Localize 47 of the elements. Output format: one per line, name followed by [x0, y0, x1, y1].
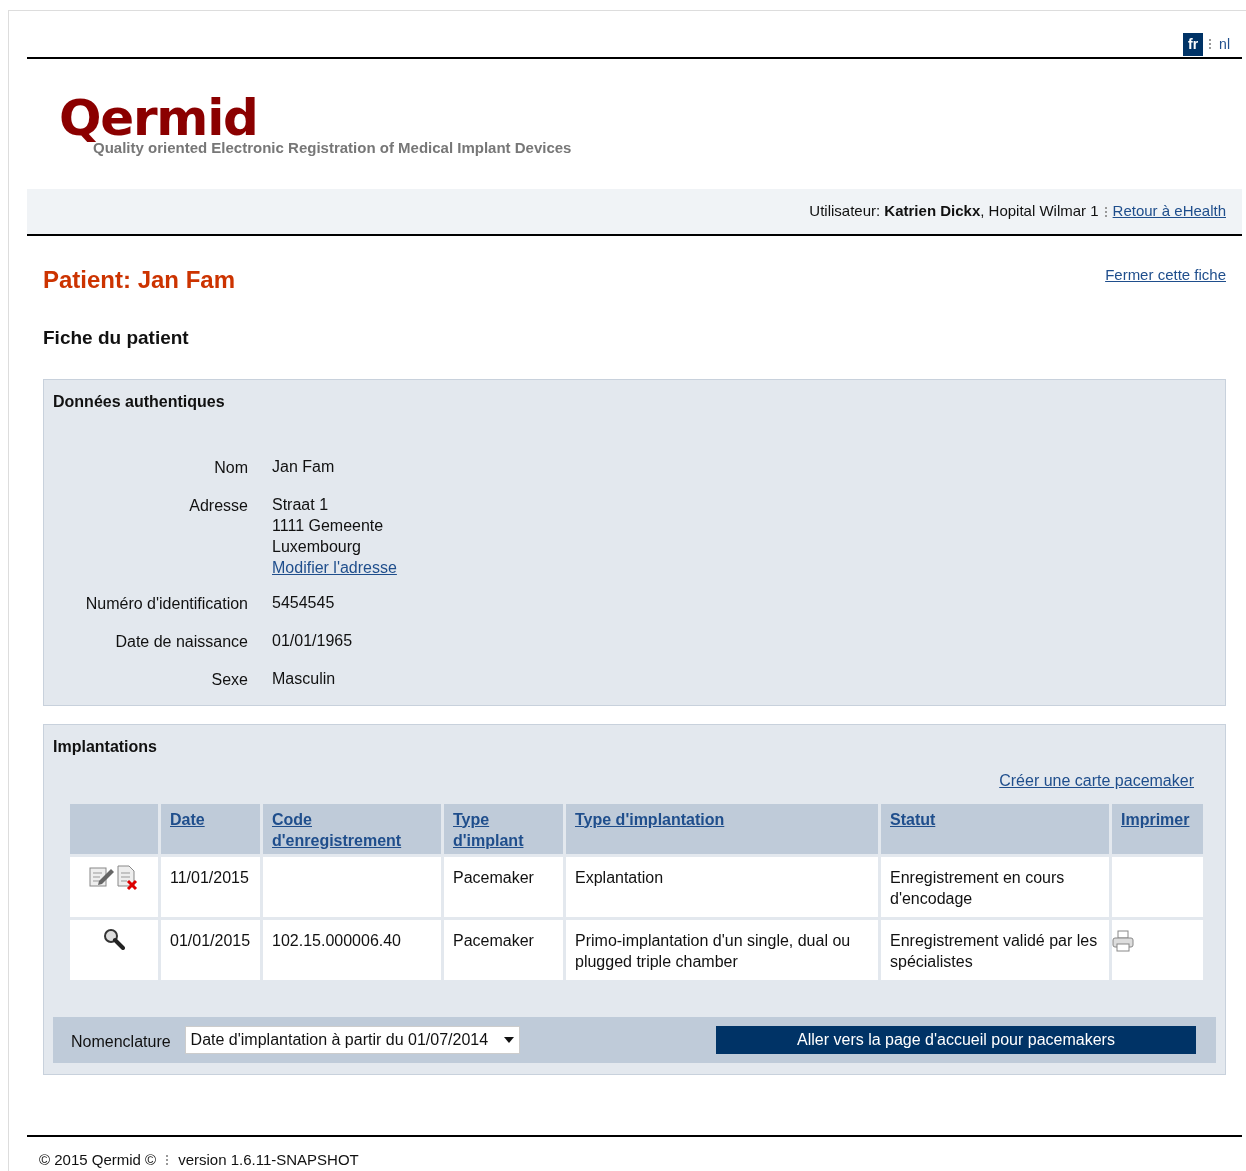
field-value: Straat 1	[272, 494, 329, 515]
field-value: Luxembourg	[272, 536, 361, 557]
table-cell: Explantation	[575, 868, 664, 886]
dropdown-caret-icon	[503, 1036, 514, 1043]
table-cell: Primo-implantation d'un single, dual ou plugged triple chamber	[575, 931, 851, 970]
back-link[interactable]: Retour à eHealth	[1112, 200, 1226, 223]
copyright: © 2015 Qermid ©	[39, 1149, 157, 1170]
delete-document-icon[interactable]	[117, 864, 139, 891]
edit-icon[interactable]	[89, 864, 115, 887]
language-link[interactable]: fr	[1182, 32, 1204, 56]
table-cell: 01/01/2015	[170, 931, 251, 949]
close-link[interactable]: Fermer cette fiche	[1105, 264, 1226, 287]
table-cell: 102.15.000006.40	[272, 931, 401, 949]
field-label: Adresse	[188, 495, 248, 516]
nomenclature-select[interactable]: Date d'implantation à partir du 01/07/2014	[184, 1025, 520, 1054]
field-value: 01/01/1965	[272, 630, 353, 651]
field-value: 1111 Gemeente	[272, 515, 384, 536]
table-cell: Pacemaker	[453, 931, 534, 949]
language-link[interactable]: nl	[1217, 33, 1232, 55]
edit-address-link[interactable]: Modifier l'adresse	[272, 556, 397, 578]
panel-heading: Données authentiques	[53, 391, 226, 412]
separator	[166, 1154, 169, 1165]
nomenclature-label: Nomenclature	[71, 1031, 171, 1052]
table-cell: Pacemaker	[453, 868, 534, 886]
user-info: Utilisateur: Katrien Dickx, Hopital Wilmar 1	[809, 201, 1099, 222]
section-title: Fiche du patient	[43, 326, 190, 350]
version-text: version 1.6.11-SNAPSHOT	[178, 1149, 359, 1170]
field-value: Jan Fam	[272, 456, 335, 477]
column-header-link[interactable]: Statut	[890, 808, 936, 830]
home-button[interactable]: Aller vers la page d'accueil pour pacemakers	[716, 1025, 1196, 1054]
logo: Qermid	[59, 93, 258, 143]
search-icon[interactable]	[103, 927, 125, 950]
separator	[1104, 206, 1107, 217]
panel-heading: Implantations	[53, 736, 158, 757]
field-value: Masculin	[272, 668, 336, 689]
separator	[1209, 39, 1212, 49]
table-cell: Enregistrement en cours d'encodage	[890, 868, 1065, 907]
patient-title: Patient: Jan Fam	[43, 265, 236, 295]
field-label: Nom	[213, 457, 248, 478]
table-cell: 11/01/2015	[170, 868, 249, 886]
field-label: Sexe	[210, 669, 248, 690]
field-value: 5454545	[272, 592, 335, 613]
table-cell: Enregistrement validé par les spécialistes	[890, 931, 1098, 970]
field-label: Numéro d'identification	[84, 593, 248, 614]
field-label: Date de naissance	[114, 631, 248, 652]
column-header-link[interactable]: Date	[170, 808, 205, 830]
create-card-link[interactable]: Créer une carte pacemaker	[999, 768, 1194, 793]
